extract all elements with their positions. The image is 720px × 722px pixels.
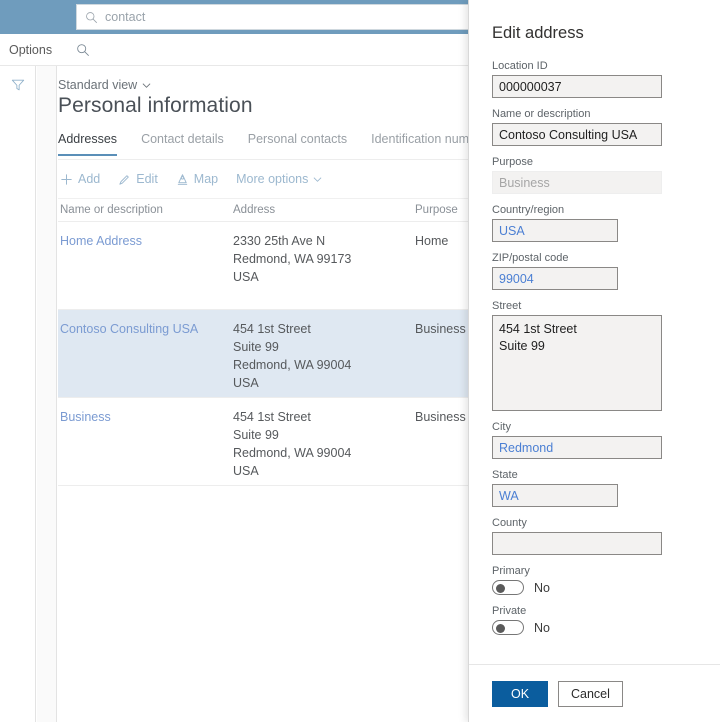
zip-postal-code-input[interactable]: 99004 [492, 267, 618, 290]
field-city: City Redmond [492, 421, 698, 459]
panel-title: Edit address [492, 24, 584, 42]
name-description-input[interactable]: Contoso Consulting USA [492, 123, 662, 146]
city-input[interactable]: Redmond [492, 436, 662, 459]
purpose-input: Business [492, 171, 662, 194]
plus-icon [60, 173, 73, 186]
state-input[interactable]: WA [492, 484, 618, 507]
name-description-label: Name or description [492, 108, 591, 120]
more-options-label: More options [236, 172, 309, 186]
edit-address-form: Location ID 000000037 Name or descriptio… [469, 60, 720, 664]
address-line: Redmond, WA 99004 [233, 446, 352, 460]
map-button[interactable]: Map [176, 172, 218, 186]
address-name-link[interactable]: Home Address [60, 234, 142, 248]
state-label: State [492, 469, 518, 481]
toggle-knob [496, 624, 505, 633]
search-icon [85, 11, 98, 24]
field-county: County [492, 517, 698, 555]
address-cell: 454 1st Street Suite 99 Redmond, WA 9900… [233, 320, 415, 397]
street-label: Street [492, 300, 522, 312]
ok-button[interactable]: OK [492, 680, 548, 707]
address-name-link[interactable]: Contoso Consulting USA [60, 322, 198, 336]
toggle-knob [496, 584, 505, 593]
private-toggle-value: No [534, 620, 550, 635]
primary-toggle[interactable] [492, 580, 524, 595]
rail-gutter [37, 66, 57, 722]
field-zip-postal-code: ZIP/postal code 99004 [492, 252, 698, 290]
field-private: Private No [492, 605, 698, 635]
address-line: Suite 99 [233, 340, 279, 354]
field-street: Street 454 1st Street Suite 99 [492, 300, 698, 411]
column-header-address: Address [233, 204, 276, 216]
address-name-link[interactable]: Business [60, 410, 111, 424]
address-line: 454 1st Street [233, 322, 311, 336]
chevron-down-icon [142, 81, 151, 90]
tab-contact-details[interactable]: Contact details [141, 132, 224, 156]
add-button-label: Add [78, 172, 101, 186]
city-label: City [492, 421, 511, 433]
chevron-down-icon [313, 175, 322, 184]
country-region-label: Country/region [492, 204, 565, 216]
pencil-icon [118, 173, 131, 186]
filter-funnel-icon[interactable] [11, 78, 25, 97]
primary-toggle-row: No [492, 580, 698, 595]
address-cell: 2330 25th Ave N Redmond, WA 99173 USA [233, 232, 415, 309]
more-options-button[interactable]: More options [236, 172, 322, 186]
grid-action-toolbar: Add Edit Map More options [60, 172, 340, 186]
address-line: Redmond, WA 99004 [233, 358, 352, 372]
field-name-description: Name or description Contoso Consulting U… [492, 108, 698, 146]
address-line: 2330 25th Ave N [233, 234, 326, 248]
county-label: County [492, 517, 527, 529]
address-line: USA [233, 376, 259, 390]
global-search-value: contact [105, 9, 146, 24]
edit-button-label: Edit [136, 172, 158, 186]
left-nav-rail [0, 66, 36, 722]
edit-address-panel: Edit address Location ID 000000037 Name … [468, 0, 720, 722]
purpose-value: Business [415, 410, 466, 424]
address-line: USA [233, 270, 259, 284]
private-toggle-row: No [492, 620, 698, 635]
command-bar-search-icon[interactable] [76, 43, 90, 57]
map-pin-icon [176, 173, 189, 186]
street-textarea[interactable]: 454 1st Street Suite 99 [492, 315, 662, 411]
panel-footer: OK Cancel [469, 664, 720, 722]
add-button[interactable]: Add [60, 172, 100, 186]
field-purpose: Purpose Business [492, 156, 698, 194]
page-title: Personal information [58, 94, 253, 117]
primary-toggle-value: No [534, 580, 550, 595]
field-location-id: Location ID 000000037 [492, 60, 698, 98]
purpose-value: Home [415, 234, 449, 248]
location-id-input[interactable]: 000000037 [492, 75, 662, 98]
field-state: State WA [492, 469, 698, 507]
field-primary: Primary No [492, 565, 698, 595]
field-country-region: Country/region USA [492, 204, 698, 242]
map-button-label: Map [193, 172, 219, 186]
location-id-label: Location ID [492, 60, 548, 72]
purpose-label: Purpose [492, 156, 533, 168]
primary-label: Primary [492, 565, 530, 577]
view-selector[interactable]: Standard view [58, 78, 151, 92]
column-header-name: Name or description [60, 204, 163, 216]
cancel-button[interactable]: Cancel [558, 680, 623, 707]
view-selector-label: Standard view [58, 78, 138, 92]
tab-addresses[interactable]: Addresses [58, 132, 118, 156]
county-input[interactable] [492, 532, 662, 555]
options-menu-button[interactable]: Options [9, 43, 52, 57]
private-toggle[interactable] [492, 620, 524, 635]
address-line: 454 1st Street [233, 410, 311, 424]
purpose-value: Business [415, 322, 466, 336]
country-region-input[interactable]: USA [492, 219, 618, 242]
app-root: contact Options Standard view Personal i… [0, 0, 720, 722]
address-cell: 454 1st Street Suite 99 Redmond, WA 9900… [233, 408, 415, 485]
private-label: Private [492, 605, 527, 617]
address-line: Suite 99 [233, 428, 279, 442]
address-line: Redmond, WA 99173 [233, 252, 352, 266]
address-line: USA [233, 464, 259, 478]
zip-postal-code-label: ZIP/postal code [492, 252, 569, 264]
tab-personal-contacts[interactable]: Personal contacts [248, 132, 347, 156]
edit-button[interactable]: Edit [118, 172, 158, 186]
